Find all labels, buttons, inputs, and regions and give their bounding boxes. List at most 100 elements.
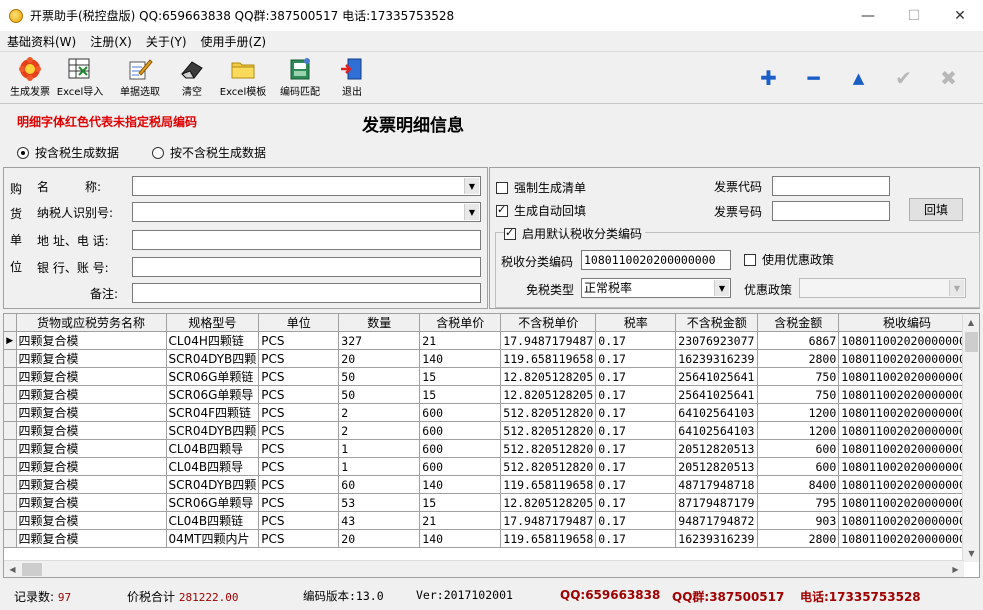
column-header[interactable]: 税收编码	[838, 314, 976, 332]
checkbox[interactable]	[496, 203, 508, 217]
chevron-down-icon[interactable]: ▼	[464, 204, 479, 220]
checkbox[interactable]	[504, 226, 516, 240]
scroll-down-icon[interactable]: ▼	[963, 545, 979, 562]
radio-button[interactable]	[17, 146, 29, 159]
scroll-thumb[interactable]	[965, 332, 978, 352]
row-selector[interactable]: ▶	[4, 331, 17, 350]
invoice-code-input[interactable]	[772, 176, 890, 196]
table-cell[interactable]: 53	[338, 493, 421, 512]
table-cell[interactable]: 600	[419, 439, 502, 458]
table-cell[interactable]: 140	[419, 475, 502, 494]
table-cell[interactable]: PCS	[258, 385, 340, 404]
table-cell[interactable]: 15	[419, 493, 502, 512]
table-cell[interactable]: 119.658119658	[500, 475, 597, 494]
exit-button[interactable]: 退出	[327, 57, 377, 98]
table-cell[interactable]: 23076923077	[675, 331, 759, 350]
checkbox[interactable]	[496, 181, 508, 194]
buyer-address-input[interactable]	[132, 230, 481, 250]
table-cell[interactable]: 25641025641	[675, 367, 759, 386]
table-row[interactable]: 四颗复合模 SCR06G单颗导 PCS 53 15 12.8205128205 0.17 87…	[4, 493, 976, 512]
table-cell[interactable]: 512.820512820	[500, 457, 597, 476]
column-header[interactable]: 不含税金额	[675, 314, 759, 332]
table-cell[interactable]: 四颗复合模	[16, 331, 167, 350]
table-cell[interactable]: 1	[338, 457, 421, 476]
table-cell[interactable]: 21	[419, 511, 502, 530]
table-cell[interactable]: 20512820513	[675, 439, 759, 458]
table-cell[interactable]: PCS	[258, 529, 340, 548]
table-cell[interactable]: PCS	[258, 439, 340, 458]
table-cell[interactable]: 0.17	[595, 529, 677, 548]
table-cell[interactable]: SCR04F四颗链	[166, 403, 260, 422]
table-cell[interactable]: CL04B四颗导	[166, 439, 260, 458]
table-cell[interactable]: 48717948718	[675, 475, 759, 494]
table-cell[interactable]: 12.8205128205	[500, 493, 597, 512]
table-cell[interactable]: 1200	[757, 403, 840, 422]
table-row[interactable]: 四颗复合模 SCR04F四颗链 PCS 2 600 512.820512820 0.17 64…	[4, 403, 976, 422]
table-cell[interactable]: PCS	[258, 493, 340, 512]
table-cell[interactable]: 512.820512820	[500, 421, 597, 440]
row-selector[interactable]	[4, 529, 17, 548]
table-cell[interactable]: 12.8205128205	[500, 385, 597, 404]
table-cell[interactable]: 四颗复合模	[16, 511, 167, 530]
horizontal-scrollbar[interactable]: ◀ ▶	[4, 560, 964, 577]
table-cell[interactable]: 四颗复合模	[16, 529, 167, 548]
row-selector[interactable]	[4, 511, 17, 530]
table-cell[interactable]: 20	[338, 349, 421, 368]
table-cell[interactable]: 750	[757, 385, 840, 404]
table-cell[interactable]: 四颗复合模	[16, 493, 167, 512]
radio-button[interactable]	[152, 146, 164, 159]
table-row[interactable]: 四颗复合模 SCR04DYB四颗 PCS 60 140 119.658119658 0.17…	[4, 475, 976, 494]
table-cell[interactable]: 140	[419, 529, 502, 548]
table-cell[interactable]: CL04B四颗链	[166, 511, 260, 530]
table-cell[interactable]: 17.9487179487	[500, 331, 597, 350]
column-header[interactable]: 税率	[595, 314, 677, 332]
table-cell[interactable]: 600	[419, 403, 502, 422]
table-cell[interactable]: 64102564103	[675, 421, 759, 440]
table-cell[interactable]: PCS	[258, 421, 340, 440]
table-cell[interactable]: 四颗复合模	[16, 457, 167, 476]
table-cell[interactable]: 0.17	[595, 511, 677, 530]
buyer-name-combo[interactable]: ▼	[132, 176, 481, 196]
table-cell[interactable]: SCR04DYB四颗	[166, 421, 260, 440]
table-cell[interactable]: 0.17	[595, 367, 677, 386]
table-cell[interactable]: 21	[419, 331, 502, 350]
column-header[interactable]: 规格型号	[166, 314, 260, 332]
table-cell[interactable]: 1	[338, 439, 421, 458]
chevron-down-icon[interactable]: ▼	[714, 280, 729, 296]
table-cell[interactable]: 0.17	[595, 457, 677, 476]
table-cell[interactable]: 04MT四颗内片	[166, 529, 260, 548]
table-cell[interactable]: SCR06G单颗链	[166, 367, 260, 386]
table-cell[interactable]: 600	[757, 457, 840, 476]
row-selector[interactable]	[4, 493, 17, 512]
table-cell[interactable]: 0.17	[595, 403, 677, 422]
table-cell[interactable]: SCR06G单颗导	[166, 493, 260, 512]
table-row[interactable]: 四颗复合模 CL04B四颗导 PCS 1 600 512.820512820 0.17 205…	[4, 457, 976, 476]
radio-tax-inclusive[interactable]: 按含税生成数据	[17, 144, 119, 161]
table-cell[interactable]: PCS	[258, 367, 340, 386]
table-cell[interactable]: 0.17	[595, 493, 677, 512]
table-cell[interactable]: 64102564103	[675, 403, 759, 422]
row-selector[interactable]	[4, 421, 17, 440]
table-cell[interactable]: 12.8205128205	[500, 367, 597, 386]
maximize-icon[interactable]: ☐	[891, 0, 937, 31]
table-cell[interactable]: 1080110020200000000	[838, 457, 976, 476]
menu-basic-data[interactable]: 基础资料(W)	[0, 33, 83, 50]
table-cell[interactable]: 15	[419, 367, 502, 386]
menu-register[interactable]: 注册(X)	[83, 33, 139, 50]
table-cell[interactable]: 15	[419, 385, 502, 404]
scroll-right-icon[interactable]: ▶	[947, 561, 964, 577]
excel-import-button[interactable]: Excel导入	[55, 57, 105, 98]
table-cell[interactable]: 60	[338, 475, 421, 494]
table-cell[interactable]: 750	[757, 367, 840, 386]
table-cell[interactable]: 四颗复合模	[16, 475, 167, 494]
table-cell[interactable]: 四颗复合模	[16, 367, 167, 386]
writeback-button[interactable]: 回填	[909, 198, 963, 221]
table-row[interactable]: 四颗复合模 SCR04DYB四颗 PCS 2 600 512.820512820 0.17 6…	[4, 421, 976, 440]
menu-about[interactable]: 关于(Y)	[139, 33, 194, 50]
table-cell[interactable]: 四颗复合模	[16, 439, 167, 458]
table-cell[interactable]: 795	[757, 493, 840, 512]
radio-tax-exclusive[interactable]: 按不含税生成数据	[152, 144, 266, 161]
table-cell[interactable]: 50	[338, 385, 421, 404]
table-row[interactable]: 四颗复合模 SCR06G单颗导 PCS 50 15 12.8205128205 0.17 25…	[4, 385, 976, 404]
table-cell[interactable]: CL04H四颗链	[166, 331, 260, 350]
